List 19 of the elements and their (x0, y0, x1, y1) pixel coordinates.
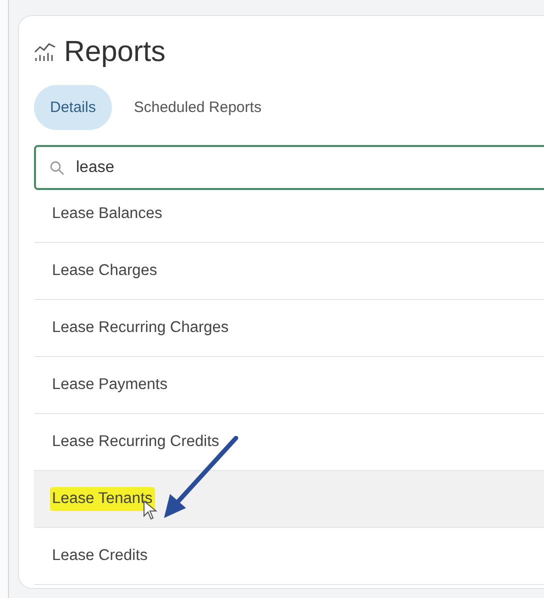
report-row[interactable]: Lease Recurring Charges (34, 300, 544, 357)
tab[interactable]: Scheduled Reports (118, 85, 278, 130)
report-row[interactable]: Lease Charges (34, 243, 544, 300)
chart-icon (34, 42, 56, 62)
page-title: Reports (64, 36, 166, 68)
search-icon (50, 161, 64, 175)
report-name: Lease Payments (51, 375, 168, 395)
tab[interactable]: Details (34, 85, 112, 130)
report-name: Lease Credits (51, 546, 149, 566)
report-row[interactable]: Lease Balances (34, 194, 544, 243)
search-field[interactable]: lease (34, 145, 544, 190)
report-row[interactable]: Lease Credits (34, 528, 544, 585)
report-name: Lease Recurring Charges (51, 318, 230, 338)
report-name: Lease Balances (51, 204, 164, 224)
highlighted-report-name: Lease Tenants (50, 487, 155, 511)
report-row[interactable]: Lease Tenants (34, 471, 544, 528)
report-name: Lease Charges (51, 261, 158, 281)
report-name: Lease Recurring Credits (51, 432, 220, 452)
report-row[interactable]: Lease Payments (34, 357, 544, 414)
